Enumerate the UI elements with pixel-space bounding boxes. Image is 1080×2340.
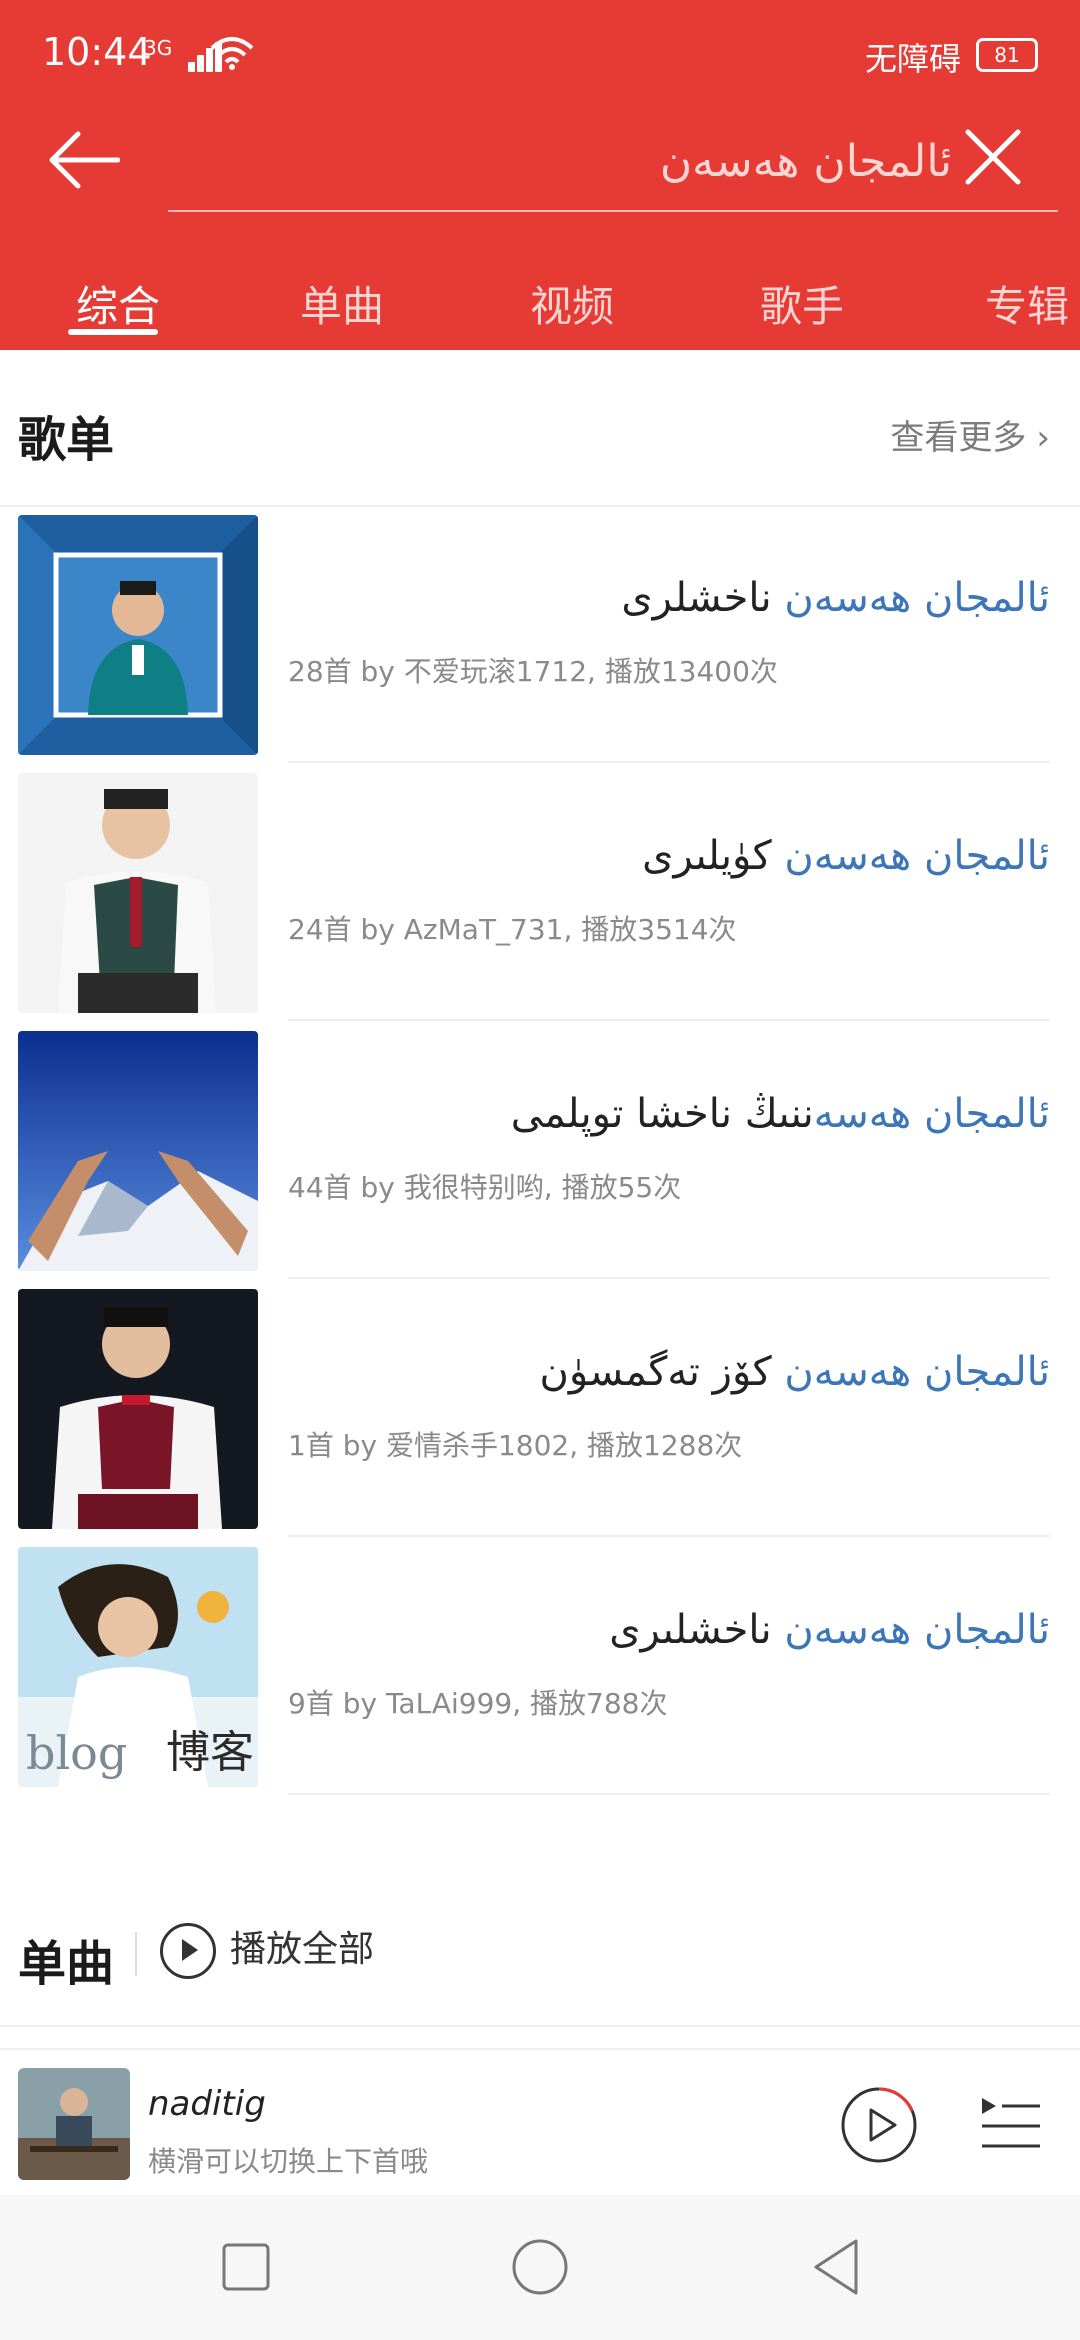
tab-comprehensive[interactable]: 综合 [76,273,160,334]
playlist-meta: 28首 by 不爱玩滚1712, 播放13400次 [288,655,778,688]
search-input[interactable] [170,112,954,210]
singles-section-header: 单曲 播放全部 [0,1890,1080,2027]
title-rest: ننىڭ ناخشا توپلمى [510,1091,814,1137]
playlist-item[interactable]: ئالمجان ھەسەن ناخشلرى 28首 by 不爱玩滚1712, 播… [0,505,1080,763]
chevron-right-icon: › [1036,418,1050,458]
playlist-cover [18,515,258,755]
wifi-icon [210,37,254,70]
system-nav-bar [0,2195,1080,2340]
playlist-meta: 24首 by AzMaT_731, 播放3514次 [288,913,737,946]
signal-icon [166,38,222,72]
playlist-section-header: 歌单 查看更多 › [0,350,1080,507]
playlist-title: ئالمجان ھەسەننىڭ ناخشا توپلمى [511,1091,1050,1137]
play-circle-icon [160,1923,216,1979]
title-rest: كۈيلىرى [642,833,785,879]
tab-artists[interactable]: 歌手 [760,273,844,334]
app-header: 10:44 3G 无障碍 81 综合 单曲 视频 歌手 专辑 [0,0,1080,350]
svg-text:博客: 博客 [166,1727,254,1778]
title-rest: ناخشلىرى [609,1607,785,1653]
recent-apps-icon[interactable] [214,2235,278,2299]
track-cover [18,2068,130,2180]
play-all-button[interactable]: 播放全部 [160,1920,374,1990]
playlist-meta: 9首 by TaLAi999, 播放788次 [288,1687,668,1720]
playlist-cover: blog 博客 [18,1547,258,1787]
svg-text:blog: blog [26,1726,127,1780]
view-more-link[interactable]: 查看更多 › [890,410,1050,459]
playlist-item[interactable]: ئالمجان ھەسەن كۈيلىرى 24首 by AzMaT_731, … [0,763,1080,1021]
playlist-item[interactable]: ئالمجان ھەسەننىڭ ناخشا توپلمى 44首 by 我很特… [0,1021,1080,1279]
accessibility-label: 无障碍 [865,40,962,78]
title-rest: كۆز تەگمسۈن [539,1349,785,1395]
tab-albums[interactable]: 专辑 [985,273,1069,334]
playlist-item[interactable]: ئالمجان ھەسەن كۆز تەگمسۈن 1首 by 爱情杀手1802… [0,1279,1080,1537]
playlist-cover [18,1031,258,1271]
search-underline [168,210,1058,212]
view-more-label: 查看更多 [890,418,1027,458]
playlist-title: ئالمجان ھەسەن كۈيلىرى [642,833,1050,879]
playlist-meta: 44首 by 我很特别哟, 播放55次 [288,1171,682,1204]
back-arrow-icon[interactable] [48,130,120,190]
search-tabs: 综合 单曲 视频 歌手 专辑 [0,255,1080,345]
playlist-cover [18,773,258,1013]
title-highlight: ئالمجان ھەسەن [784,575,1050,621]
playlist-cover [18,1289,258,1529]
playlist-item[interactable]: blog 博客 ئالمجان ھەسەن ناخشلىرى 9首 by TaL… [0,1537,1080,1795]
tab-indicator [68,329,158,335]
playlist-title: ئالمجان ھەسەن كۆز تەگمسۈن [539,1349,1050,1395]
title-highlight: ئالمجان ھەسەن [784,1607,1050,1653]
tab-singles[interactable]: 单曲 [300,273,384,334]
title-highlight: ئالمجان ھەسەن [784,1349,1050,1395]
tab-videos[interactable]: 视频 [530,273,614,334]
close-icon[interactable] [960,124,1026,190]
play-all-label: 播放全部 [230,1929,375,1970]
playlist-title: ئالمجان ھەسەن ناخشلىرى [609,1607,1050,1653]
playlist-title: ئالمجان ھەسەن ناخشلرى [621,575,1050,621]
swipe-hint: 横滑可以切换上下首哦 [148,2145,429,2178]
section-title: 单曲 [18,1936,115,1992]
divider [288,1793,1050,1795]
battery-icon: 81 [976,38,1038,72]
mini-player[interactable]: naditig 横滑可以切换上下首哦 [0,2048,1080,2192]
track-title: naditig [148,2084,266,2124]
title-highlight: ئالمجان ھەسەن [784,833,1050,879]
divider [135,1932,137,1976]
play-icon[interactable] [840,2086,918,2164]
title-highlight: ئالمجان ھەسە [813,1091,1050,1137]
status-time: 10:44 [42,30,152,74]
playlist-icon[interactable] [980,2096,1042,2154]
home-icon[interactable] [508,2235,572,2299]
back-triangle-icon[interactable] [804,2235,868,2299]
playlist-meta: 1首 by 爱情杀手1802, 播放1288次 [288,1429,743,1462]
title-rest: ناخشلرى [621,575,785,621]
section-title: 歌单 [18,412,115,468]
status-bar: 10:44 3G 无障碍 81 [0,0,1080,110]
